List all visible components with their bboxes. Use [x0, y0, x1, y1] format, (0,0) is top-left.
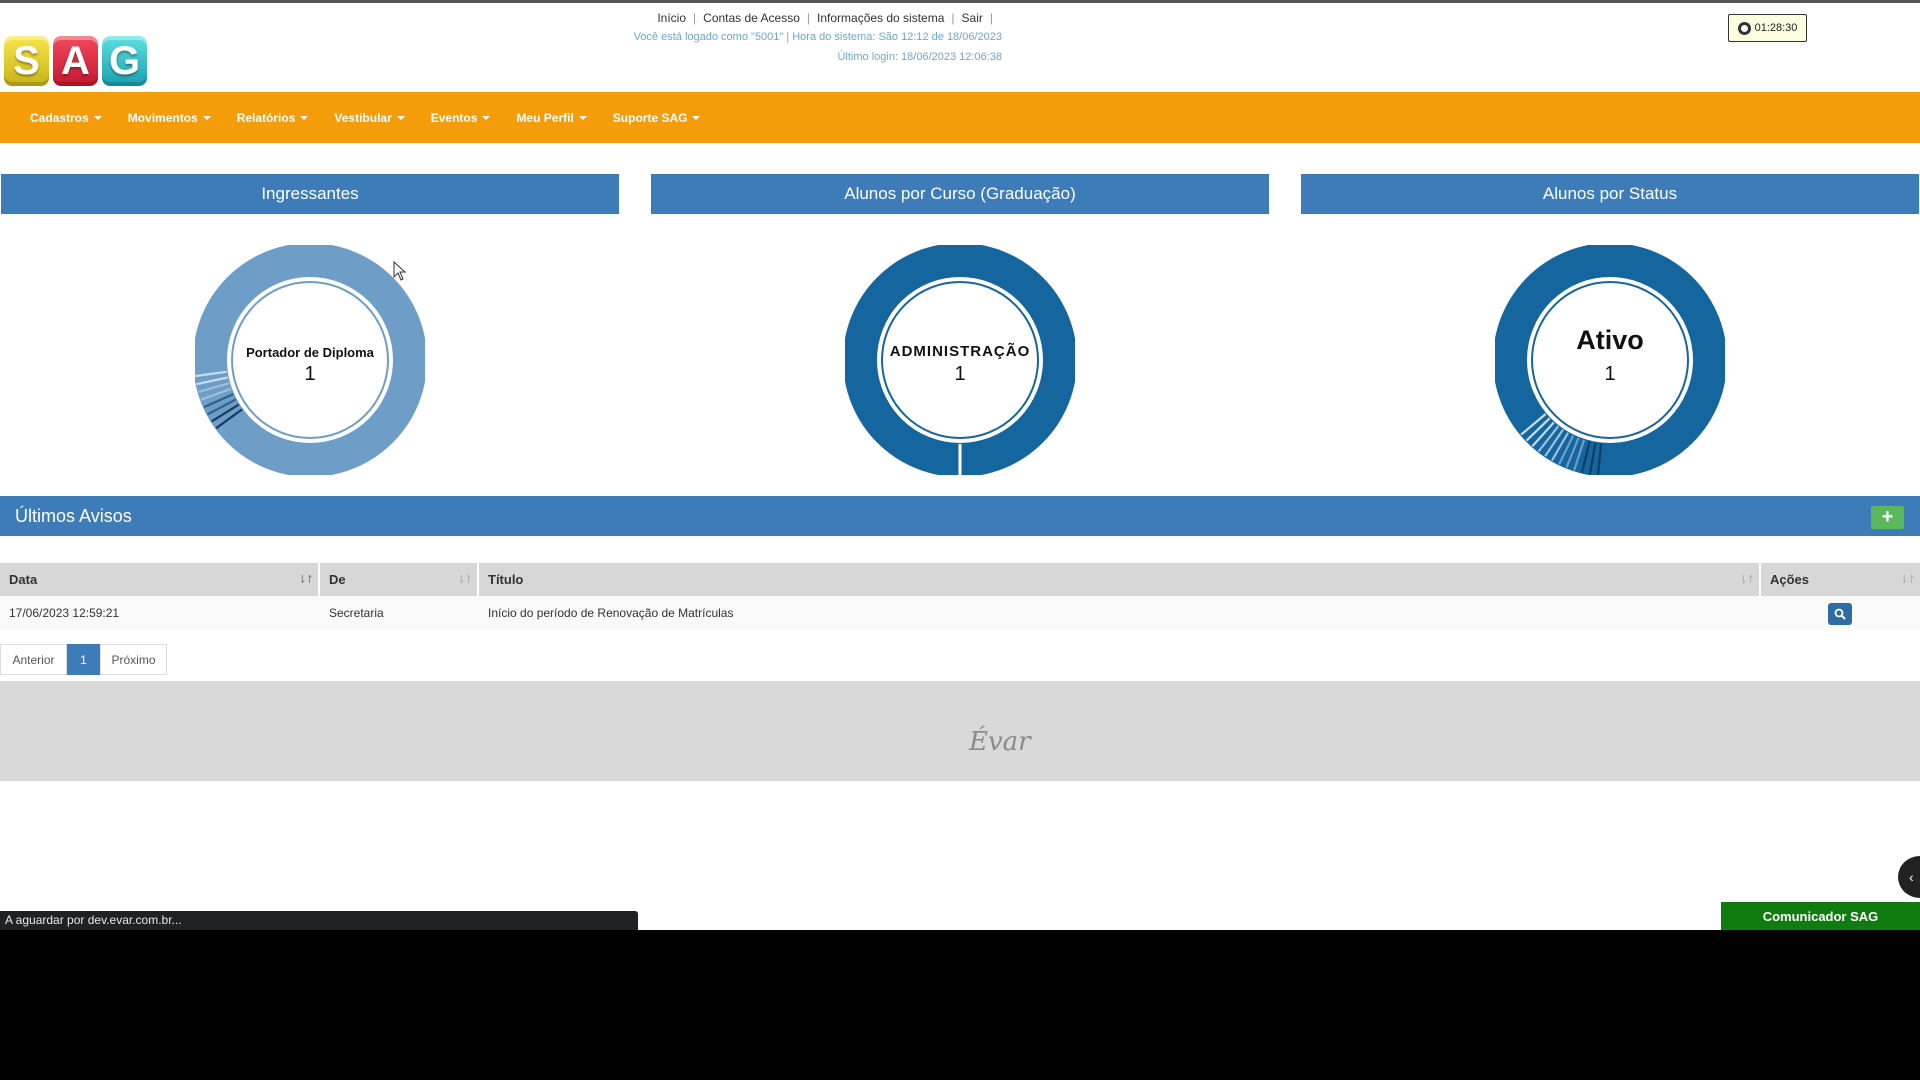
sag-logo[interactable]: S A G: [4, 36, 152, 90]
nav-vestibular[interactable]: Vestibular: [321, 111, 417, 125]
avisos-header: Últimos Avisos +: [0, 496, 1920, 536]
view-aviso-button[interactable]: [1828, 603, 1852, 625]
link-sair[interactable]: Sair: [962, 11, 983, 25]
column-header-titulo[interactable]: Título ⇂↾: [479, 563, 1761, 596]
login-info: Você está logado como "5001" | Hora do s…: [633, 31, 1002, 43]
top-links: Início | Contas de Acesso | Informações do s…: [657, 11, 993, 25]
sort-icon: ⇂↾: [297, 574, 315, 586]
logo-letter: A: [53, 36, 98, 86]
link-inicio[interactable]: Início: [657, 11, 686, 25]
donut-value: 1: [954, 363, 966, 385]
app-viewport: S A G Início | Contas de Acesso | Informaçõe…: [0, 0, 1920, 930]
panel-title-ingressantes: Ingressantes: [1, 174, 619, 214]
caret-down-icon: [692, 115, 701, 120]
nav-cadastros[interactable]: Cadastros: [17, 111, 115, 125]
donut-chart-ingressantes[interactable]: Portador de Diploma 1: [193, 243, 427, 477]
donut-chart-alunos-por-status[interactable]: Ativo 1: [1493, 243, 1727, 477]
plus-icon: +: [1881, 506, 1894, 528]
pagination-next[interactable]: Próximo: [100, 644, 167, 675]
column-header-de[interactable]: De ⇂↾: [320, 563, 479, 596]
comunicador-sag-button[interactable]: Comunicador SAG: [1721, 902, 1920, 930]
nav-eventos[interactable]: Eventos: [418, 111, 504, 125]
main-nav: Cadastros Movimentos Relatórios Vestibul…: [0, 92, 1920, 143]
avisos-title: Últimos Avisos: [15, 505, 132, 526]
logo-letter: S: [4, 36, 49, 86]
chevron-left-icon[interactable]: ‹: [1898, 856, 1920, 898]
last-login: Último login: 18/06/2023 12:06:38: [837, 51, 1002, 63]
avisos-table: Data ⇂↾ De ⇂↾ Título ⇂↾ Ações ⇂↾ 17/06/2023 …: [0, 563, 1920, 630]
caret-down-icon: [482, 115, 491, 120]
caret-down-icon: [300, 115, 309, 120]
cell-acoes: [1761, 596, 1920, 630]
pagination: Anterior 1 Próximo: [0, 644, 167, 675]
caret-down-icon: [396, 115, 405, 120]
donut-value: 1: [304, 363, 316, 385]
donut-label: ADMINISTRAÇÃO: [889, 343, 1031, 360]
donut-chart-alunos-por-curso[interactable]: ADMINISTRAÇÃO 1: [843, 243, 1077, 477]
sort-icon: ⇂↾: [1738, 574, 1756, 586]
mouse-cursor-icon: [393, 261, 407, 281]
donut-label: Portador de Diploma: [246, 345, 374, 360]
cell-data: 17/06/2023 12:59:21: [9, 606, 120, 620]
footer-logo: Évar: [969, 727, 1031, 757]
caret-down-icon: [202, 115, 211, 120]
top-border: [0, 0, 1920, 3]
table-header: Data ⇂↾ De ⇂↾ Título ⇂↾ Ações ⇂↾: [0, 563, 1920, 596]
nav-meu-perfil[interactable]: Meu Perfil: [503, 111, 599, 125]
nav-relatorios[interactable]: Relatórios: [224, 111, 322, 125]
search-icon: [1834, 608, 1846, 620]
panel-title-alunos-por-status: Alunos por Status: [1301, 174, 1919, 214]
sort-icon: ⇂↾: [456, 574, 474, 586]
link-contas-de-acesso[interactable]: Contas de Acesso: [703, 11, 800, 25]
session-timer: 01:28:30: [1728, 14, 1807, 42]
column-header-acoes[interactable]: Ações ⇂↾: [1761, 563, 1920, 596]
table-row[interactable]: 17/06/2023 12:59:21 Secretaria Início do…: [0, 596, 1920, 630]
clock-icon: [1737, 21, 1751, 35]
pagination-prev[interactable]: Anterior: [0, 644, 67, 675]
column-header-data[interactable]: Data ⇂↾: [0, 563, 320, 596]
link-informacoes-sistema[interactable]: Informações do sistema: [817, 11, 944, 25]
add-aviso-button[interactable]: +: [1871, 506, 1904, 529]
caret-down-icon: [578, 115, 587, 120]
session-timer-value: 01:28:30: [1754, 22, 1798, 34]
footer: Évar: [0, 681, 1920, 781]
caret-down-icon: [93, 115, 102, 120]
logo-letter: G: [102, 36, 147, 86]
donut-label: Ativo: [1576, 325, 1644, 355]
browser-status-bar: A aguardar por dev.evar.com.br...: [0, 911, 638, 930]
cell-de: Secretaria: [329, 606, 384, 620]
nav-suporte-sag[interactable]: Suporte SAG: [600, 111, 714, 125]
panel-title-alunos-por-curso: Alunos por Curso (Graduação): [651, 174, 1269, 214]
pagination-page[interactable]: 1: [67, 644, 100, 675]
donut-value: 1: [1604, 363, 1616, 385]
sort-icon: ⇂↾: [1899, 574, 1917, 586]
nav-movimentos[interactable]: Movimentos: [115, 111, 224, 125]
cell-titulo: Início do período de Renovação de Matríc…: [488, 606, 734, 620]
